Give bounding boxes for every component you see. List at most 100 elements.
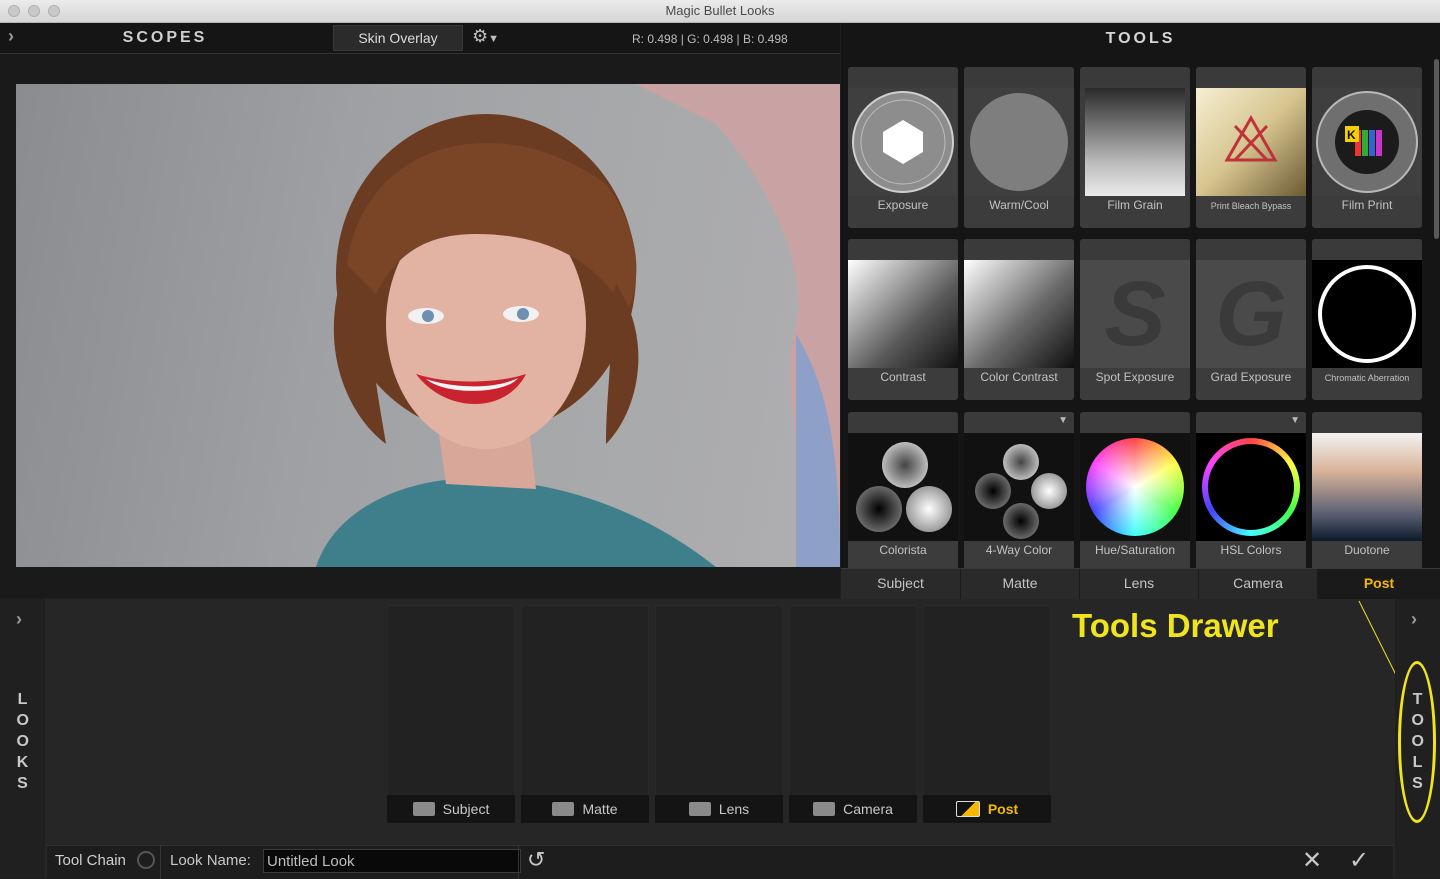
tool-film-grain[interactable]: Film Grain (1080, 67, 1190, 228)
tools-scrollbar[interactable] (1434, 59, 1439, 239)
tool-film-print[interactable]: K Film Print (1312, 67, 1422, 228)
tool-exposure[interactable]: Exposure (848, 67, 958, 228)
color-contrast-gradient-icon (964, 260, 1074, 368)
tool-chromatic-aberration[interactable]: Chromatic Aberration (1312, 239, 1422, 400)
divider (160, 846, 161, 879)
looks-sidebar[interactable]: › LOOKS (0, 599, 45, 878)
rgb-readout: R: 0.498 | G: 0.498 | B: 0.498 (632, 32, 788, 46)
tool-hsl-colors[interactable]: ▼ HSL Colors (1196, 412, 1306, 573)
grad-exposure-icon: G (1215, 262, 1287, 365)
hsl-ring-icon (1202, 438, 1300, 536)
tool-label: Contrast (880, 370, 926, 384)
matte-camera-icon (552, 802, 575, 816)
tools-drawer-annotation: Tools Drawer (1072, 607, 1279, 644)
tool-spot-exposure[interactable]: S Spot Exposure (1080, 239, 1190, 400)
colorista-wheels-icon (856, 442, 952, 532)
preview-image (16, 84, 840, 567)
svg-text:K: K (1347, 128, 1356, 142)
tool-label: 4-Way Color (985, 543, 1053, 557)
skin-overlay-button[interactable]: Skin Overlay (333, 25, 463, 51)
tool-chain-label[interactable]: Tool Chain (55, 852, 126, 869)
annotation-ellipse (1398, 661, 1436, 823)
tool-label: Spot Exposure (1095, 370, 1175, 384)
scopes-title: SCOPES (122, 29, 208, 46)
tool-label: Warm/Cool (989, 198, 1049, 212)
footer-bar: Tool Chain Look Name: ↺ ✕ ✓ (47, 845, 1393, 879)
disable-icon[interactable] (137, 851, 155, 869)
portrait-illustration (316, 84, 840, 567)
slot-label-post: Post (923, 795, 1051, 823)
tools-panel: TOOLS Exposure Warm/Cool Film Grain Prin… (841, 23, 1440, 598)
looks-expand-chevron-icon[interactable]: › (16, 609, 22, 630)
dropdown-arrow-icon[interactable]: ▼ (1290, 415, 1300, 426)
apply-checkmark-button[interactable]: ✓ (1349, 846, 1369, 875)
tool-grad-exposure[interactable]: G Grad Exposure (1196, 239, 1306, 400)
tool-duotone[interactable]: Duotone (1312, 412, 1422, 573)
spot-exposure-icon: S (1104, 262, 1166, 365)
window-title: Magic Bullet Looks (665, 3, 775, 18)
slot-label-camera: Camera (789, 795, 917, 823)
slot-lens[interactable]: Lens (655, 605, 783, 823)
tab-post[interactable]: Post (1318, 569, 1440, 599)
slot-camera[interactable]: Camera (789, 605, 917, 823)
tools-category-tabs: Subject Matte Lens Camera Post (841, 568, 1440, 599)
slot-label-subject: Subject (387, 795, 515, 823)
tab-matte[interactable]: Matte (961, 569, 1080, 599)
four-way-wheels-icon (975, 444, 1067, 539)
subject-icon (412, 802, 435, 816)
tool-colorista[interactable]: Colorista (848, 412, 958, 573)
tool-print-bleach-bypass[interactable]: Print Bleach Bypass (1196, 67, 1306, 228)
tool-4-way-color[interactable]: ▼ 4-Way Color (964, 412, 1074, 573)
post-icon (955, 801, 980, 817)
film-reel-icon: K (1316, 91, 1418, 193)
look-name-input[interactable] (263, 849, 521, 873)
dropdown-arrow-icon[interactable]: ▼ (1058, 415, 1068, 426)
slot-subject[interactable]: Subject (387, 605, 515, 823)
tool-label: Print Bleach Bypass (1210, 201, 1292, 211)
tab-lens[interactable]: Lens (1080, 569, 1199, 599)
tool-warm-cool[interactable]: Warm/Cool (964, 67, 1074, 228)
lens-camera-icon (688, 802, 711, 816)
tool-color-contrast[interactable]: Color Contrast (964, 239, 1074, 400)
color-wheel-icon (1086, 438, 1184, 536)
duotone-gradient-icon (1312, 433, 1422, 541)
tool-label: Grad Exposure (1210, 370, 1292, 384)
looks-vertical-label: LOOKS (16, 691, 29, 792)
tool-label: Colorista (879, 543, 927, 557)
slot-post[interactable]: Post (923, 605, 1051, 823)
tool-label: HSL Colors (1220, 543, 1282, 557)
tab-subject[interactable]: Subject (841, 569, 961, 599)
reset-icon[interactable]: ↺ (527, 847, 545, 873)
divider (518, 846, 519, 879)
slot-label-matte: Matte (521, 795, 649, 823)
film-grain-gradient-icon (1085, 88, 1185, 196)
cancel-button[interactable]: ✕ (1302, 846, 1322, 875)
aperture-icon (852, 91, 954, 193)
contrast-gradient-icon (848, 260, 958, 368)
tool-label: Chromatic Aberration (1324, 373, 1410, 383)
tool-label: Duotone (1344, 543, 1390, 557)
tools-expand-chevron-icon[interactable]: › (1411, 609, 1417, 630)
look-name-label: Look Name: (170, 852, 251, 869)
preview-viewer (0, 54, 840, 598)
tool-label: Film Print (1341, 198, 1393, 212)
scopes-expand-chevron-icon[interactable]: › (8, 26, 14, 47)
tool-chain-drawer: › LOOKS Subject Matte Lens Camera Post T… (0, 599, 1440, 878)
tools-title: TOOLS (1105, 30, 1176, 47)
camera-icon (813, 802, 836, 816)
tool-label: Hue/Saturation (1094, 543, 1176, 557)
scopes-header: › SCOPES Skin Overlay ⚙▼ R: 0.498 | G: 0… (0, 23, 840, 54)
gear-icon[interactable]: ⚙▼ (472, 26, 499, 47)
tool-contrast[interactable]: Contrast (848, 239, 958, 400)
tool-label: Color Contrast (980, 370, 1058, 384)
tab-camera[interactable]: Camera (1199, 569, 1318, 599)
bleach-bypass-icon (1224, 114, 1278, 162)
tool-hue-saturation[interactable]: Hue/Saturation (1080, 412, 1190, 573)
slot-label-lens: Lens (655, 795, 783, 823)
slot-matte[interactable]: Matte (521, 605, 649, 823)
tool-label: Film Grain (1107, 198, 1163, 212)
chromatic-aberration-icon (1318, 265, 1416, 363)
title-bar: Magic Bullet Looks (0, 0, 1440, 23)
tool-label: Exposure (877, 198, 929, 212)
warm-cool-circle-icon (970, 93, 1068, 191)
